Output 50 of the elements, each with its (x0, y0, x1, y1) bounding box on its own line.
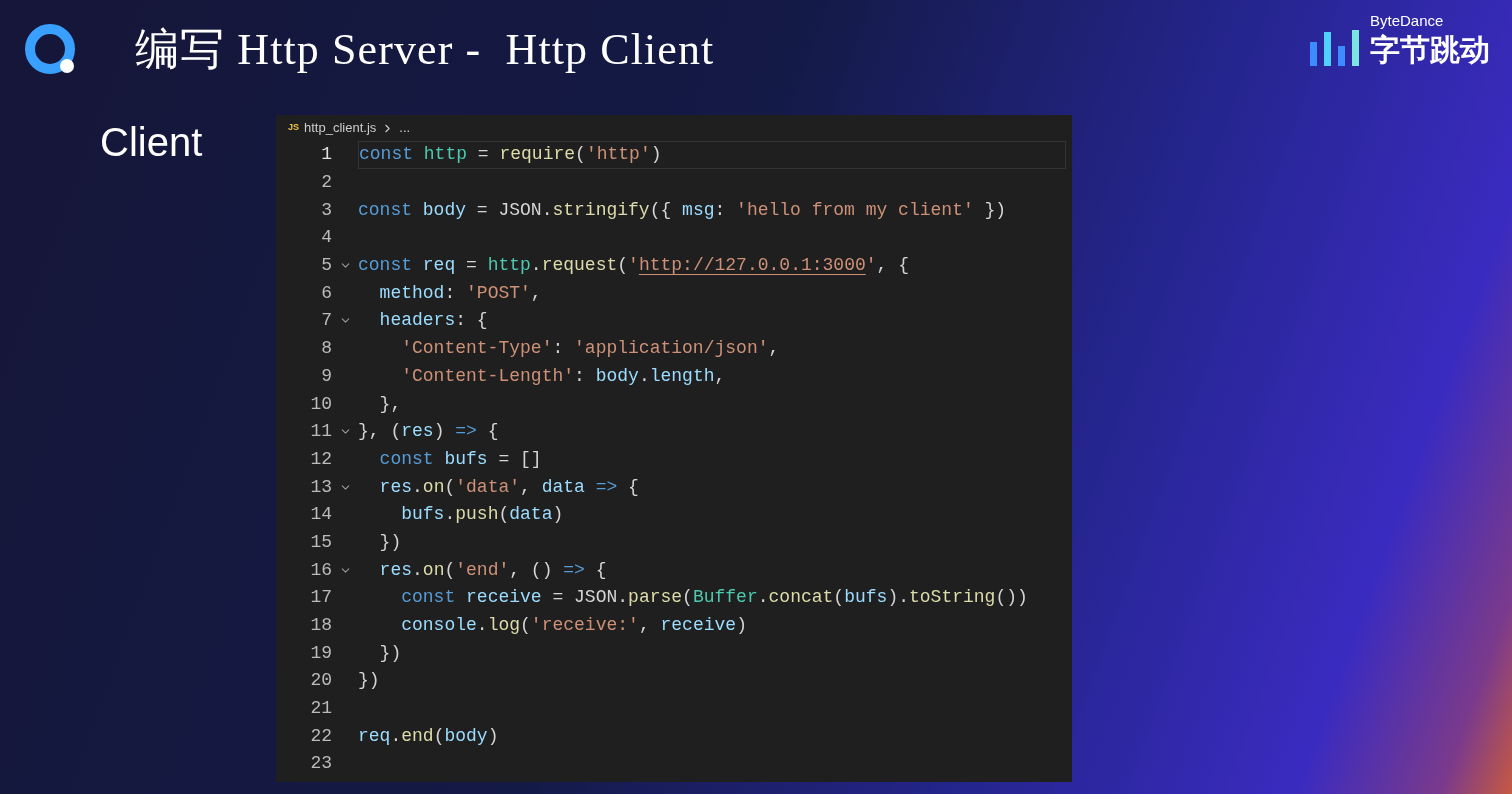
line-number: 16 (309, 558, 332, 582)
line-number: 14 (309, 503, 332, 527)
code-line: }) (378, 530, 402, 554)
code-line: }) (378, 641, 402, 665)
line-number: 11 (309, 420, 332, 444)
code-line: const req = http.request('http://127.0.0.1:3000', { (358, 254, 909, 278)
code-line: const body = JSON.stringify({ msg: 'hello from my client' }) (358, 198, 1007, 222)
line-number: 19 (309, 641, 332, 665)
line-number: 15 (309, 530, 332, 554)
line-number: 2 (320, 171, 332, 195)
line-number: 12 (309, 447, 332, 471)
breadcrumb-file[interactable]: http_client.js (304, 118, 377, 138)
line-number: 21 (309, 697, 332, 721)
line-number: 17 (309, 586, 332, 610)
line-number: 23 (309, 752, 332, 776)
line-number: 7 (320, 309, 332, 333)
line-number: 10 (309, 392, 332, 416)
code-line: method: 'POST', (378, 281, 542, 305)
code-line: req.end(body) (358, 724, 499, 748)
code-line: console.log('receive:', receive) (400, 614, 747, 638)
brand-name-chinese: 字节跳动 (1370, 31, 1490, 68)
code-line: const receive = JSON.parse(Buffer.concat(bufs).toString()) (400, 586, 1028, 610)
line-number: 3 (320, 198, 332, 222)
slide-title: 编写 Http Server - Http Client (135, 24, 715, 76)
breadcrumb-more[interactable]: ... (399, 118, 411, 138)
line-number: 4 (320, 226, 332, 250)
code-line: res.on('data', data => { (378, 475, 639, 499)
code-line: res.on('end', () => { (378, 558, 607, 582)
line-number: 18 (309, 614, 332, 638)
code-line: 'Content-Type': 'application/json', (400, 337, 780, 361)
code-line: }) (358, 669, 380, 693)
line-number: 6 (320, 281, 332, 305)
brand-name: ByteDance (1370, 11, 1445, 31)
code-line: }, (res) => { (358, 420, 499, 444)
line-number: 22 (309, 724, 332, 748)
line-number: 5 (320, 254, 332, 278)
bars-logo-icon (1310, 28, 1362, 69)
line-number: 9 (320, 364, 332, 388)
line-number: 20 (309, 669, 332, 693)
code-line: const bufs = [] (378, 447, 542, 471)
code-line: const http = require('http') (359, 143, 662, 167)
code-line: }, (378, 392, 402, 416)
code-line: bufs.push(data) (400, 503, 564, 527)
js-file-icon: JS (288, 121, 299, 135)
slide-subtitle: Client (100, 120, 203, 164)
line-number: 8 (320, 337, 332, 361)
line-number: 1 (320, 143, 332, 167)
code-line: headers: { (378, 309, 488, 333)
line-number: 13 (309, 475, 332, 499)
code-line: 'Content-Length': body.length, (400, 364, 726, 388)
